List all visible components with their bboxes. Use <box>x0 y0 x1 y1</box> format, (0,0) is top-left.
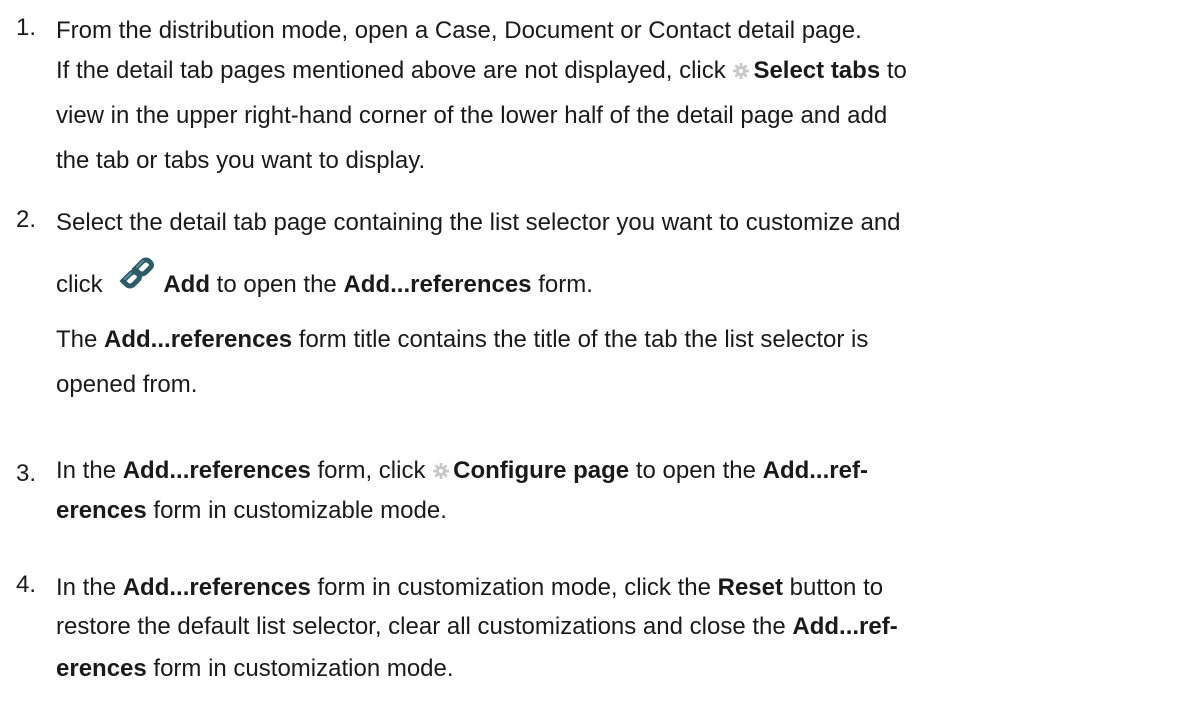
step-line: click Add to open the Add...references f… <box>56 254 1188 315</box>
step-number: 3. <box>16 460 37 487</box>
configure-page-label: Configure page <box>453 457 630 484</box>
step-line: In the Add...references form, click Conf… <box>56 457 868 484</box>
step-2: 2. Select the detail tab page containing… <box>0 206 1188 407</box>
add-label: Add <box>163 271 210 298</box>
step-line: view in the upper right-hand corner of t… <box>56 102 888 129</box>
step-4: 4. In the Add...references form in custo… <box>0 571 1188 689</box>
step-line: opened from. <box>56 371 198 398</box>
step-line: Select the detail tab page containing th… <box>56 209 901 236</box>
gear-icon <box>433 463 450 479</box>
step-line: the tab or tabs you want to display. <box>56 147 426 174</box>
step-line: In the Add...references form in customiz… <box>56 574 884 601</box>
step-line: restore the default list selector, clear… <box>56 613 898 640</box>
select-tabs-label: Select tabs <box>753 57 881 84</box>
step-3: 3. In the Add...references form, click C… <box>0 454 1188 533</box>
step-line: From the distribution mode, open a Case,… <box>56 17 862 44</box>
step-line: erences form in customization mode. <box>56 655 454 682</box>
step-number: 1. <box>16 14 37 41</box>
gear-icon <box>733 63 750 79</box>
step-line: If the detail tab pages mentioned above … <box>56 57 907 84</box>
reset-label: Reset <box>717 574 783 601</box>
step-line: The Add...references form title contains… <box>56 326 869 353</box>
step-number: 2. <box>16 206 37 233</box>
step-number: 4. <box>16 571 37 598</box>
link-chain-icon <box>119 257 155 289</box>
step-line: erences form in customizable mode. <box>56 497 447 524</box>
step-1: 1. From the distribution mode, open a Ca… <box>0 14 1188 183</box>
